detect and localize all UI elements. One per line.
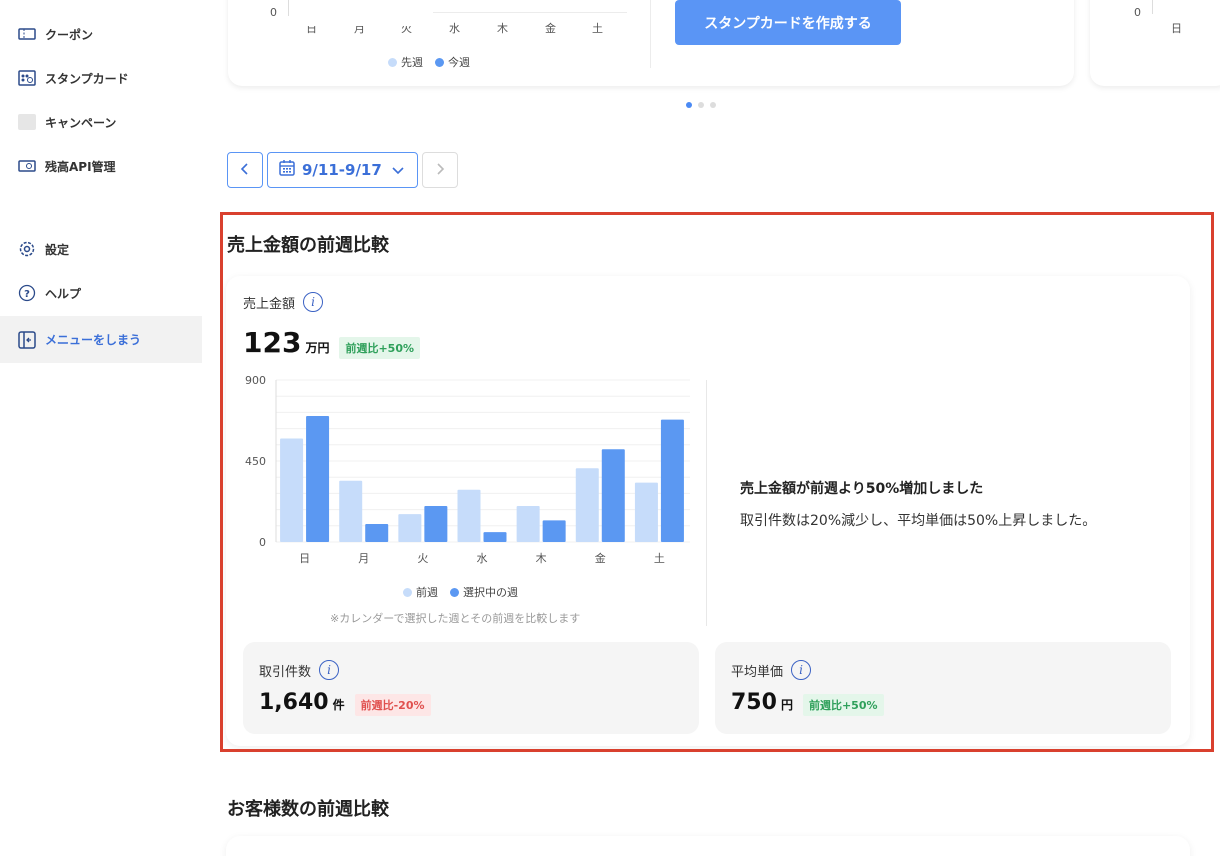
sidebar-item-label: 設定 xyxy=(45,242,70,257)
balance-api-icon xyxy=(18,157,36,175)
top-card-divider xyxy=(650,0,651,68)
top-chart-day: 金 xyxy=(545,22,556,35)
top-chart2-day: 日 xyxy=(1171,22,1182,35)
carousel-dot[interactable] xyxy=(698,102,704,108)
top-chart-day: 水 xyxy=(449,22,460,35)
stamp-card-icon xyxy=(18,69,36,87)
create-stamp-card-button[interactable]: スタンプカードを作成する xyxy=(675,0,901,45)
sidebar-item-collapse-menu[interactable]: メニューをしまう xyxy=(0,316,202,363)
legend-label: 今週 xyxy=(448,56,470,69)
sidebar-item-stamp-card[interactable]: スタンプカード xyxy=(0,56,202,100)
carousel-card-next[interactable] xyxy=(1090,0,1220,86)
sidebar-item-label: ヘルプ xyxy=(45,286,82,301)
carousel-dots xyxy=(686,102,716,108)
top-chart-legend: 先週 今週 xyxy=(388,54,470,70)
campaign-icon xyxy=(18,113,36,131)
coupon-icon xyxy=(18,25,36,43)
carousel-dot[interactable] xyxy=(710,102,716,108)
sidebar-item-label: 残高API管理 xyxy=(45,159,116,174)
calendar-icon xyxy=(278,159,296,181)
legend-label: 先週 xyxy=(401,56,423,69)
top-chart-y-tick: 0 xyxy=(270,6,277,19)
sidebar-item-label: キャンペーン xyxy=(45,115,117,130)
sidebar-item-label: スタンプカード xyxy=(45,71,129,86)
top-chart-grid xyxy=(433,12,627,13)
week-range-text: 9/11-9/17 xyxy=(302,161,382,179)
sidebar-item-coupon[interactable]: クーポン xyxy=(0,12,202,56)
customers-section-title: お客様数の前週比較 xyxy=(227,799,389,820)
week-date-picker[interactable]: 9/11-9/17 xyxy=(267,152,418,188)
sidebar-item-balance-api[interactable]: 残高API管理 xyxy=(0,144,202,188)
top-chart2-axis xyxy=(1152,0,1153,14)
prev-week-button[interactable] xyxy=(227,152,263,188)
chevron-down-icon xyxy=(392,161,404,179)
sidebar-item-label: クーポン xyxy=(45,27,94,42)
top-chart-day: 木 xyxy=(497,22,508,35)
sidebar-item-label: メニューをしまう xyxy=(45,333,142,347)
svg-text:?: ? xyxy=(24,289,30,300)
sidebar-item-help[interactable]: ? ヘルプ xyxy=(0,271,202,315)
carousel-card-stamp xyxy=(228,0,1074,86)
carousel-dot[interactable] xyxy=(686,102,692,108)
next-week-button[interactable] xyxy=(422,152,458,188)
help-icon: ? xyxy=(18,284,36,302)
sidebar-item-settings[interactable]: 設定 xyxy=(0,227,202,271)
customers-card xyxy=(226,836,1190,856)
gear-icon xyxy=(18,240,36,258)
chevron-left-icon xyxy=(240,161,250,180)
sidebar-item-campaign[interactable]: キャンペーン xyxy=(0,100,202,144)
top-chart-axis xyxy=(288,0,289,16)
top-chart2-y-tick: 0 xyxy=(1134,6,1141,19)
chevron-right-icon xyxy=(435,161,445,180)
collapse-menu-icon xyxy=(18,330,36,349)
sidebar: クーポン スタンプカード キャンペーン 残高API管理 設定 ? ヘルプ メニュ… xyxy=(0,0,202,856)
top-chart-day: 土 xyxy=(592,22,603,35)
highlight-frame xyxy=(220,212,1214,752)
